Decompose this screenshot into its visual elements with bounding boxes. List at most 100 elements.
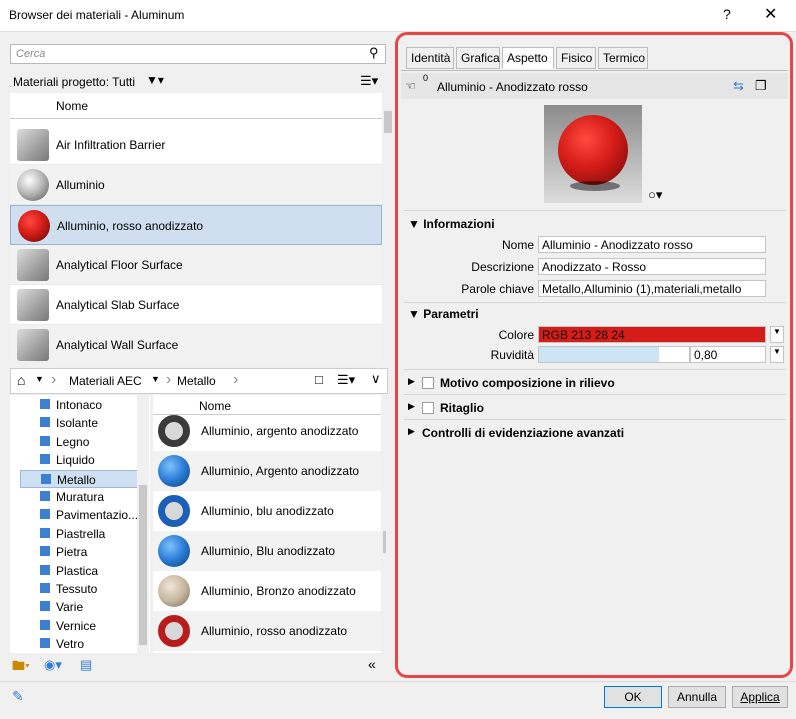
panel-toggle-icon[interactable]: □ [315, 372, 323, 387]
relief-pattern-checkbox[interactable] [422, 377, 434, 389]
view-options-icon[interactable]: ☰▾ [337, 372, 355, 388]
chevron-down-icon[interactable]: ▼ [35, 374, 44, 384]
library-scroll-thumb[interactable] [383, 531, 386, 553]
tree-scroll-thumb[interactable] [139, 485, 147, 645]
tree-item-label: Vetro [56, 637, 85, 652]
double-chevron-down-icon[interactable]: ∨ [371, 371, 381, 387]
description-label: Descrizione [471, 260, 534, 274]
material-name: Alluminio, blu anodizzato [201, 504, 334, 518]
tab-identità[interactable]: Identità [406, 47, 454, 69]
material-row[interactable]: Alluminio, rosso anodizzato [10, 205, 382, 245]
library-folder-icon[interactable]: 🖿▾ [12, 657, 30, 679]
search-icon[interactable]: ⚲ [369, 45, 379, 61]
replace-asset-icon[interactable]: ⇆ [733, 78, 744, 94]
view-options-icon[interactable]: ☰▾ [360, 73, 378, 89]
tree-scrollbar[interactable] [137, 395, 149, 653]
library-material-row[interactable]: Alluminio, Argento anodizzato [153, 451, 381, 491]
create-material-icon[interactable]: ◉▾ [44, 657, 62, 673]
cutout-section[interactable]: Ritaglio [440, 401, 484, 415]
roughness-label: Ruvidità [490, 348, 534, 362]
asset-browser-icon[interactable]: ▤ [80, 657, 92, 673]
folder-icon [40, 527, 50, 538]
filter-icon[interactable]: ▼▾ [146, 73, 164, 87]
material-name: Analytical Wall Surface [56, 338, 179, 352]
material-name: Analytical Slab Surface [56, 298, 180, 312]
material-row[interactable]: Analytical Floor Surface [10, 245, 382, 285]
roughness-value-field[interactable]: 0,80 [690, 346, 766, 363]
info-section-header[interactable]: ▼ Informazioni [408, 217, 495, 231]
folder-icon [40, 583, 50, 593]
material-row[interactable]: Analytical Slab Surface [10, 285, 382, 325]
help-button[interactable]: ? [723, 6, 731, 22]
folder-icon [40, 399, 50, 409]
relief-pattern-section[interactable]: Motivo composizione in rilievo [440, 376, 615, 390]
duplicate-asset-icon[interactable]: ❐ [755, 78, 767, 94]
material-name: Air Infiltration Barrier [56, 138, 166, 152]
material-name: Alluminio, Argento anodizzato [201, 464, 360, 478]
material-row[interactable]: Analytical Wall Surface [10, 325, 382, 361]
project-list-header[interactable]: Nome [10, 93, 382, 119]
asset-header: ☜ 0 Alluminio - Anodizzato rosso ⇆ ❐ [401, 73, 788, 99]
library-material-row[interactable]: Alluminio, Blu anodizzato [153, 531, 381, 571]
tab-grafica[interactable]: Grafica [456, 47, 500, 69]
tree-item-label: Pavimentazio... [56, 508, 139, 523]
material-row[interactable]: Air Infiltration Barrier [10, 125, 382, 165]
description-field[interactable]: Anodizzato - Rosso [538, 258, 766, 275]
material-thumbnail [158, 575, 190, 607]
tab-aspetto[interactable]: Aspetto [502, 47, 554, 69]
library-material-row[interactable]: Alluminio, blu anodizzato [153, 491, 381, 531]
name-field[interactable]: Alluminio - Anodizzato rosso [538, 236, 766, 253]
folder-icon [40, 619, 50, 630]
library-category-tree: Intonaco Isolante Legno Liquido Metallo Murat… [10, 395, 150, 653]
tree-item-label: Legno [56, 434, 90, 449]
ok-button[interactable]: OK [604, 686, 662, 708]
expand-arrow-icon[interactable]: ▶ [408, 401, 415, 412]
library-material-list: Nome Alluminio, argento anodizzato Allumi… [153, 395, 386, 653]
expand-arrow-icon[interactable]: ▶ [408, 376, 415, 387]
expand-arrow-icon[interactable]: ▶ [408, 426, 415, 437]
params-section-header[interactable]: ▼ Parametri [408, 307, 479, 321]
library-list-scrollbar[interactable] [381, 395, 386, 653]
color-field[interactable]: RGB 213 28 24 [538, 326, 766, 343]
library-material-row[interactable]: Alluminio, Bronzo anodizzato [153, 571, 381, 611]
material-name: Alluminio, Blu anodizzato [201, 544, 336, 558]
library-material-row[interactable]: Alluminio, rosso anodizzato [153, 611, 381, 651]
roughness-dropdown-button[interactable]: ▼ [770, 346, 784, 363]
close-button[interactable]: ✕ [764, 4, 777, 24]
tree-item-label: Intonaco [56, 398, 103, 412]
keywords-label: Parole chiave [461, 282, 534, 296]
apply-button[interactable]: Applica [732, 686, 788, 708]
roughness-slider[interactable] [538, 346, 690, 363]
tab-termico[interactable]: Termico [598, 47, 648, 69]
material-thumbnail [158, 415, 190, 447]
search-input[interactable]: Cerca ⚲ [10, 44, 386, 64]
breadcrumb-item[interactable]: Materiali AEC [69, 374, 142, 388]
home-icon[interactable]: ⌂ [17, 372, 25, 388]
tree-item-label: Vernice [56, 618, 97, 633]
tree-item[interactable]: Metallo [20, 469, 148, 488]
advanced-highlight-section[interactable]: Controlli di evidenziazione avanzati [422, 426, 624, 440]
material-row[interactable]: Alluminio [10, 165, 382, 205]
tree-item-label: Varie [56, 600, 84, 615]
cancel-button[interactable]: Annulla [668, 686, 726, 708]
material-thumbnail [18, 210, 50, 242]
preview-sphere [558, 115, 628, 185]
material-editor-icon[interactable]: ✎ [12, 688, 24, 705]
collapse-panel-icon[interactable]: « [368, 656, 376, 672]
material-thumbnail [17, 289, 49, 321]
project-list-scrollbar[interactable] [382, 93, 394, 361]
color-dropdown-button[interactable]: ▼ [770, 326, 784, 343]
tab-fisico[interactable]: Fisico [556, 47, 596, 69]
chevron-down-icon[interactable]: ▼ [151, 374, 160, 384]
cutout-checkbox[interactable] [422, 402, 434, 414]
keywords-field[interactable]: Metallo,Alluminio (1),materiali,metallo [538, 280, 766, 297]
project-scroll-thumb[interactable] [384, 111, 392, 133]
title-bar: Browser dei materiali - Aluminum ? ✕ [0, 0, 796, 32]
preview-options-icon[interactable]: ○▾ [648, 187, 662, 203]
material-preview [544, 105, 642, 203]
breadcrumb-item[interactable]: Metallo [177, 374, 216, 388]
folder-icon [40, 601, 50, 612]
project-materials-bar: Materiali progetto: Tutti ▼▾ ☰▾ [10, 70, 386, 92]
library-bottom-toolbar: 🖿▾ ◉▾ ▤ « [10, 655, 388, 677]
library-material-row[interactable]: Alluminio, argento anodizzato [153, 411, 381, 451]
